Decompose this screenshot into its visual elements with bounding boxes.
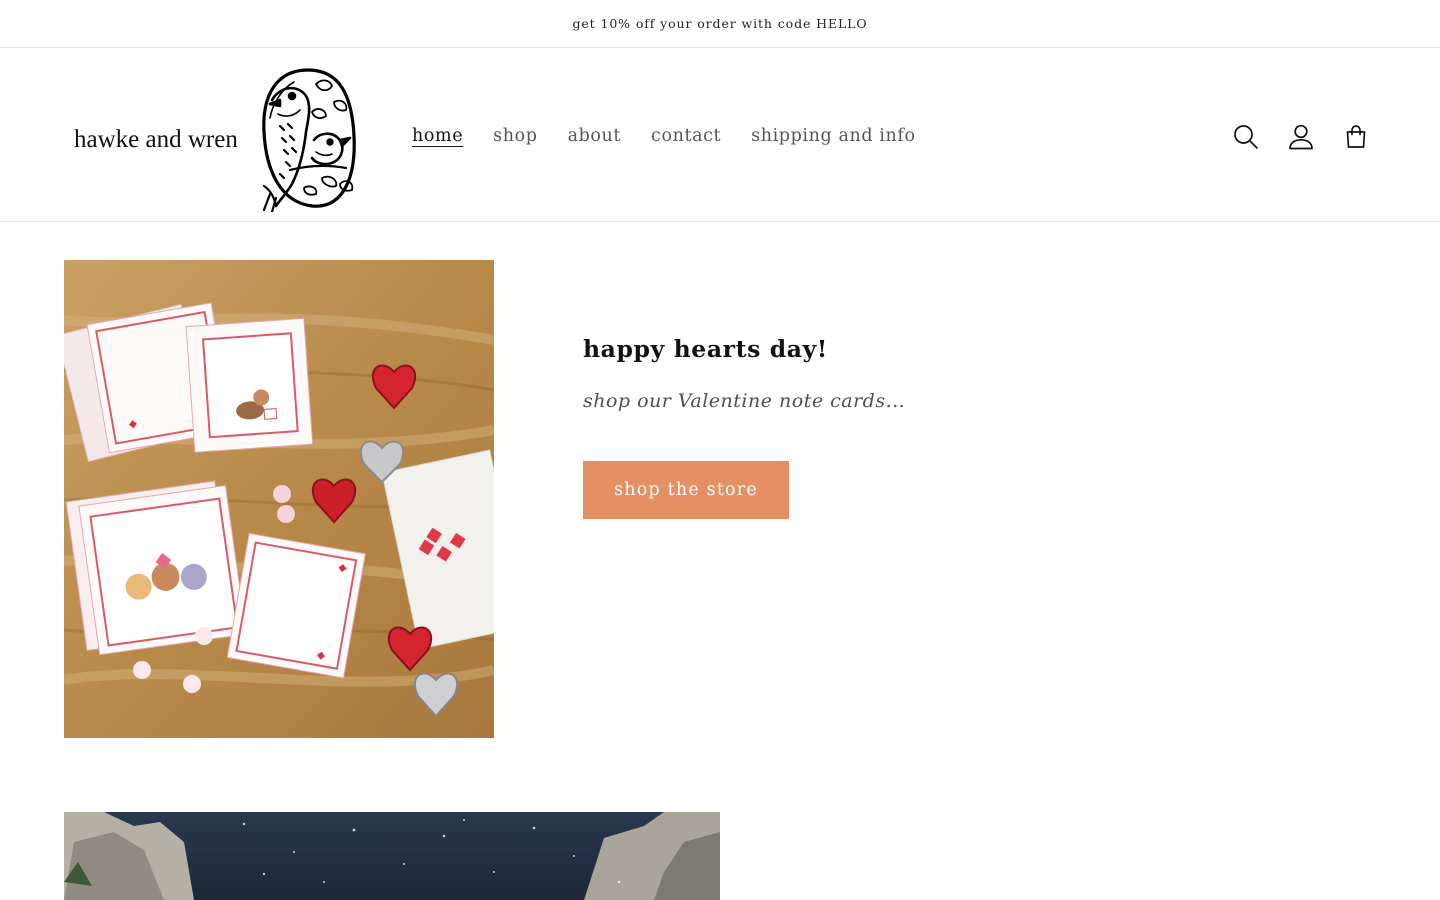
birds-logo-illustration [262,68,356,212]
announcement-bar: get 10% off your order with code HELLO [0,0,1440,48]
cart-icon [1346,125,1365,148]
account-icon [1288,124,1313,150]
site-header: hawke and wren home shop about contact s… [0,48,1440,222]
header-icons [1218,111,1383,163]
hero-title: happy hearts day! [583,335,828,363]
main-navigation: home shop about contact shipping and inf… [397,120,931,152]
hero-content: happy hearts day! shop our Valentine not… [583,330,1283,519]
shop-the-store-button[interactable]: shop the store [583,461,789,519]
search-icon [1233,125,1258,149]
site-logo[interactable]: hawke and wren [64,66,364,212]
hero-subtitle: shop our Valentine note cards... [583,390,906,412]
nav-item-home[interactable]: home [397,120,478,152]
second-section-image [64,812,720,900]
nav-item-contact[interactable]: contact [636,120,736,152]
account-button[interactable] [1273,111,1328,163]
nav-item-shop[interactable]: shop [478,120,552,152]
announcement-text: get 10% off your order with code HELLO [572,16,868,31]
hero-image [64,260,494,738]
logo-text: hawke and wren [74,126,238,153]
nav-item-about[interactable]: about [553,120,636,152]
cart-button[interactable] [1328,111,1383,163]
search-button[interactable] [1218,111,1273,163]
nav-item-shipping-and-info[interactable]: shipping and info [736,120,930,152]
